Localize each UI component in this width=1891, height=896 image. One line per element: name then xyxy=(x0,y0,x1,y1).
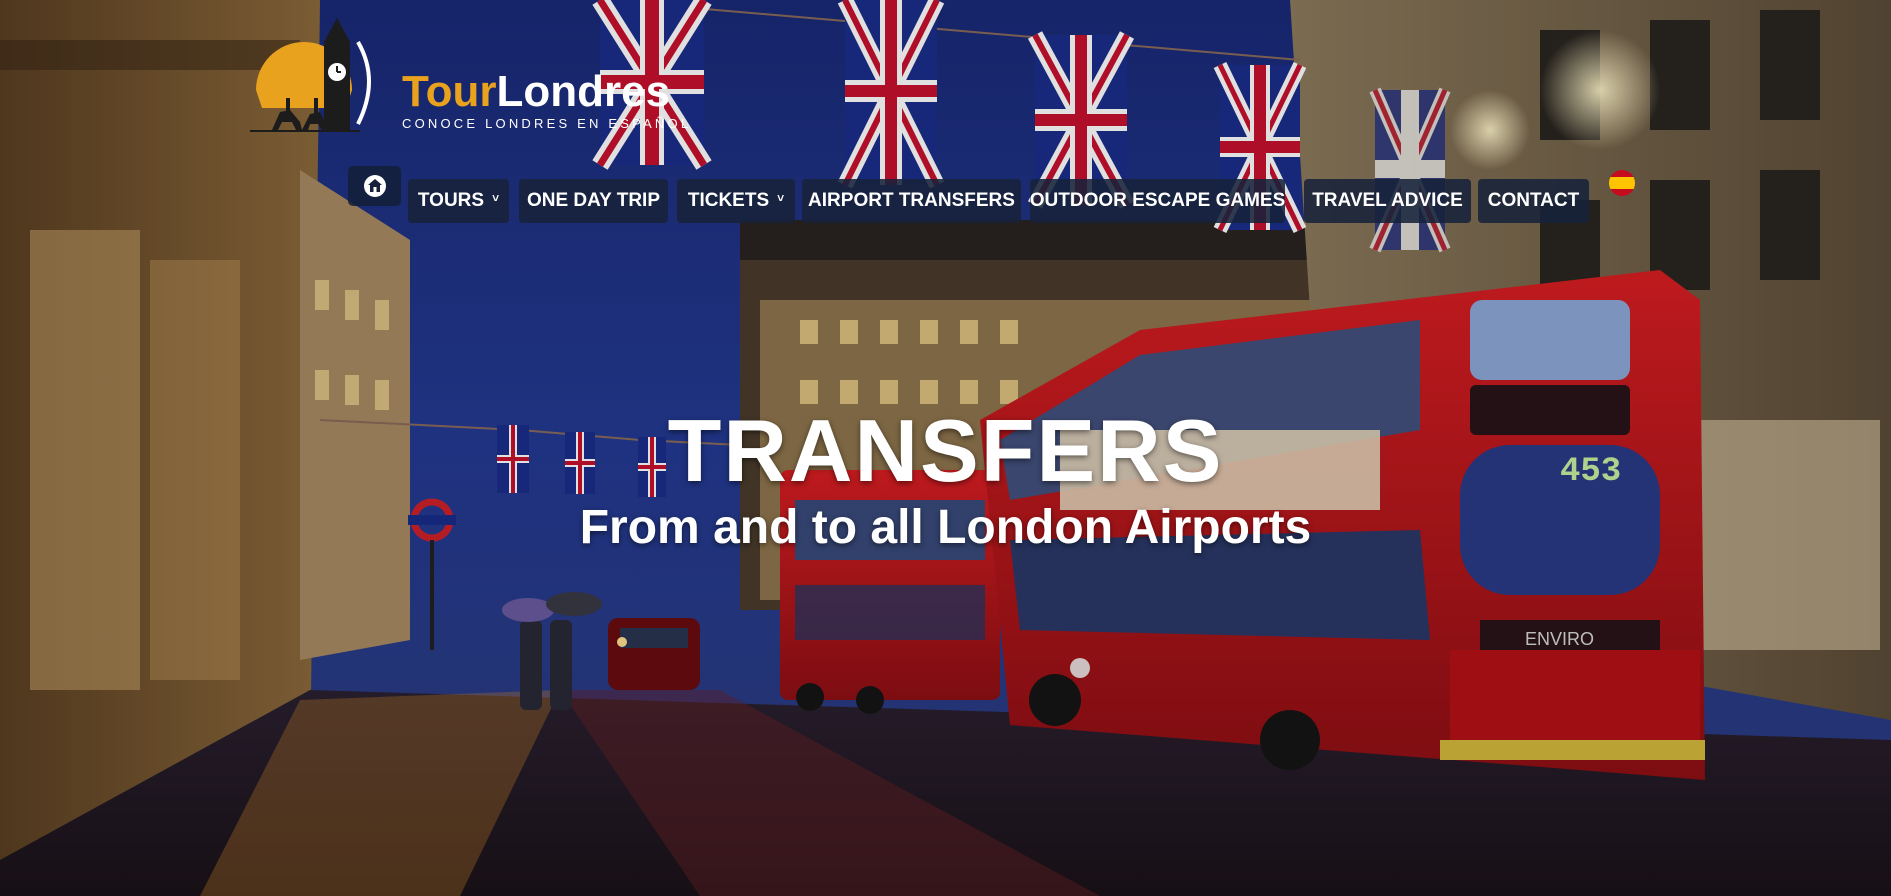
home-button[interactable] xyxy=(348,166,401,206)
logo-tagline: CONOCE LONDRES EN ESPAÑOL xyxy=(402,116,692,131)
spain-flag-graphic xyxy=(1609,170,1635,196)
hero-subtitle: From and to all London Airports xyxy=(579,501,1312,554)
nav-label: ONE DAY TRIP xyxy=(526,190,661,211)
home-icon xyxy=(363,175,386,197)
nav-label: CONTACT xyxy=(1487,190,1580,211)
big-ben-logo-icon xyxy=(250,18,371,132)
hero-title: TRANSFERS xyxy=(667,401,1224,500)
nav-item-travel-advice[interactable]: TRAVEL ADVICE xyxy=(1304,179,1471,223)
nav-label: OUTDOOR ESCAPE GAMES xyxy=(1029,190,1286,211)
nav-item-tours[interactable]: TOURS ˅ xyxy=(408,179,509,223)
logo-brand-name: TourLondres xyxy=(402,67,671,116)
nav-label: TRAVEL ADVICE xyxy=(1312,190,1463,211)
chevron-down-icon: ˅ xyxy=(492,191,500,205)
logo-wordmark[interactable]: TourLondres CONOCE LONDRES EN ESPAÑOL xyxy=(402,67,692,132)
nav-item-airport-transfers[interactable]: AIRPORT TRANSFERS xyxy=(802,179,1021,223)
nav-item-contact[interactable]: CONTACT xyxy=(1478,179,1589,223)
chevron-down-icon: ˅ xyxy=(777,191,785,205)
nav-label: AIRPORT TRANSFERS xyxy=(808,190,1015,211)
nav-label: TOURS xyxy=(417,190,485,211)
spain-flag-icon[interactable] xyxy=(1609,170,1635,196)
nav-item-tickets[interactable]: TICKETS ˅ xyxy=(677,179,795,223)
nav-label: TICKETS xyxy=(687,190,770,211)
hero-banner: 453 ENVIRO TourLondres CONOCE LONDRES EN… xyxy=(0,0,1891,896)
nav-item-one-day-trip[interactable]: ONE DAY TRIP xyxy=(519,179,668,223)
nav-item-outdoor-escape-games[interactable]: OUTDOOR ESCAPE GAMES xyxy=(1030,179,1285,223)
